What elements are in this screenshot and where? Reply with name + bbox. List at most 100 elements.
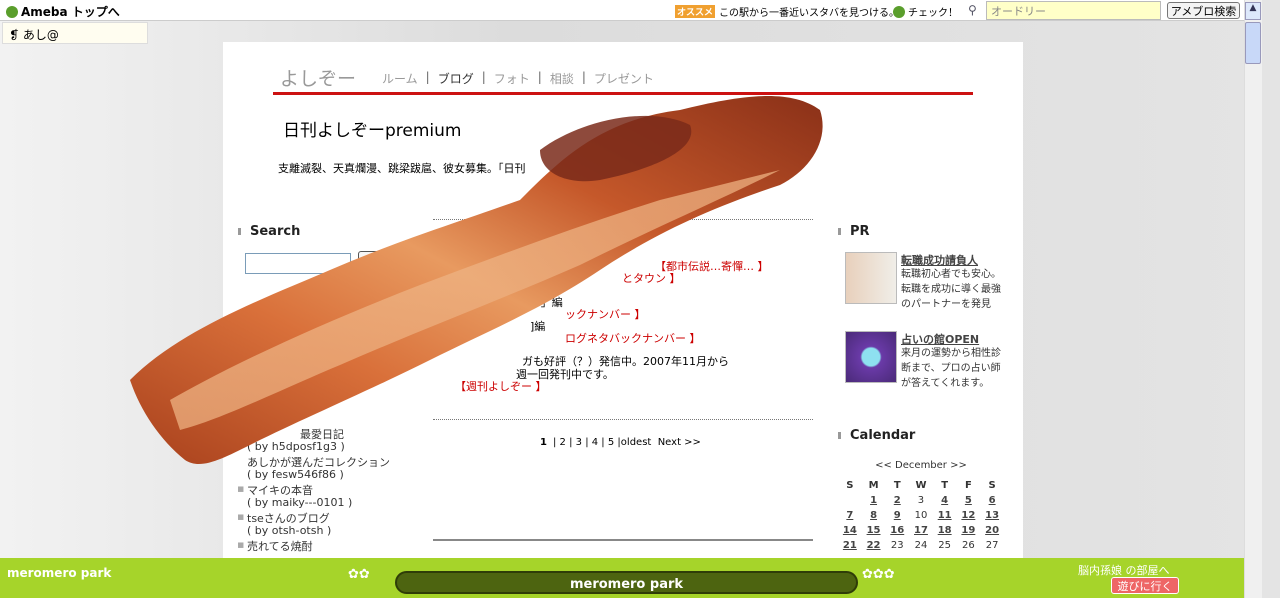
calendar-day[interactable]: 8	[862, 508, 886, 523]
entry-link[interactable]: ックナンバー 】	[565, 306, 646, 322]
calendar-day[interactable]: 5	[957, 493, 981, 508]
calendar: << December >> S M T W T F S 1 2 3 4 5 6 7 8 9 10 11 12 13 1…	[838, 460, 1004, 553]
scrollbar[interactable]	[1244, 0, 1262, 598]
calendar-day[interactable]: 22	[862, 538, 886, 553]
calendar-month-nav[interactable]: << December >>	[838, 460, 1004, 471]
entry-divider	[433, 419, 813, 420]
calendar-day[interactable]: 1	[862, 493, 886, 508]
reader-id: ( by h5dposf1g3 )	[247, 440, 345, 453]
flower-icon: ✿✿	[348, 567, 370, 582]
calendar-day[interactable]: 17	[909, 523, 933, 538]
username: あし@	[22, 28, 59, 42]
calendar-day: 23	[890, 540, 904, 551]
calendar-day[interactable]: 4	[933, 493, 957, 508]
ameblo-search-button[interactable]: アメブロ検索	[1167, 2, 1240, 19]
calendar-day[interactable]: 14	[838, 523, 862, 538]
pr-desc-career: 転職初心者でも安心。転職を成功に導く最強のパートナーを発見	[901, 269, 1001, 310]
pr-desc-fortune: 来月の運勢から相性診断まで、プロの占い師が答えてくれます。	[901, 348, 1001, 389]
calendar-day[interactable]: 19	[957, 523, 981, 538]
calendar-day: 24	[914, 540, 928, 551]
calendar-day: 26	[962, 540, 975, 551]
weekday-header: T	[941, 479, 949, 491]
blog-title[interactable]: 日刊よしぞーpremium	[283, 116, 461, 141]
page-3[interactable]: 3	[576, 437, 582, 448]
recommend-badge: オススメ	[675, 5, 716, 18]
play-button[interactable]: 遊びに行く	[1111, 577, 1179, 594]
reader-id: ( by maiky---0101 )	[247, 496, 353, 509]
calendar-heading: Calendar	[838, 428, 915, 443]
page-2[interactable]: 2	[560, 437, 566, 448]
user-menu[interactable]: ❡ あし@	[2, 22, 148, 44]
weekday-header: W	[915, 479, 927, 491]
nav-present[interactable]: プレゼント	[594, 70, 654, 87]
calendar-day	[838, 493, 862, 508]
pr-image-fortune[interactable]	[845, 331, 897, 383]
meromero-logo[interactable]: meromero park	[7, 566, 111, 580]
nav-blog[interactable]: ブログ	[438, 70, 474, 87]
nav-photo[interactable]: フォト	[494, 70, 530, 87]
check-text: チェック！	[908, 8, 958, 19]
weekday-header: S	[988, 479, 996, 491]
calendar-day: 10	[914, 510, 928, 521]
calendar-week: 21 22 23 24 25 26 27	[838, 538, 1004, 553]
header-divider	[273, 92, 973, 95]
reader-heading: R	[238, 311, 260, 326]
calendar-day[interactable]: 11	[933, 508, 957, 523]
room-link[interactable]: 脳内孫娘 の部屋へ	[1078, 562, 1170, 578]
nav-room[interactable]: ルーム	[382, 70, 418, 87]
calendar-day[interactable]: 21	[838, 538, 862, 553]
page-4[interactable]: 4	[592, 437, 598, 448]
ameba-frog-icon	[6, 5, 18, 18]
ad-text: この駅から一番近いスタバを見つける。	[719, 8, 900, 19]
ameblo-search-input[interactable]	[986, 1, 1161, 20]
pr-title-fortune[interactable]: 占いの館OPEN	[901, 331, 979, 347]
ad-link[interactable]: オススメ この駅から一番近いスタバを見つける。	[675, 4, 899, 19]
blog-search-button[interactable]: search	[358, 251, 396, 273]
scrollbar-thumb[interactable]	[1245, 22, 1261, 64]
page-1: 1	[540, 437, 547, 448]
weekday-header: F	[964, 479, 972, 491]
pr-heading: PR	[838, 224, 870, 239]
scroll-up-arrow-icon[interactable]: ▲	[1245, 2, 1261, 20]
reader-id: ( by otsh-otsh )	[247, 524, 332, 537]
weekday-header: M	[868, 479, 879, 491]
calendar-week: 123456	[838, 493, 1004, 508]
ameba-top-link[interactable]: Ameba トップへ	[6, 3, 120, 20]
pr-title-career[interactable]: 転職成功請負人	[901, 252, 978, 268]
calendar-day[interactable]: 15	[862, 523, 886, 538]
blog-owner-name[interactable]: よしぞー	[280, 64, 356, 91]
reader-link[interactable]: 売れてる焼酎	[237, 538, 313, 554]
flower-icon: ✿✿✿	[862, 567, 895, 582]
calendar-day[interactable]: 12	[957, 508, 981, 523]
entry-link[interactable]: ログネタバックナンバー 】	[565, 330, 701, 346]
meromero-park-button[interactable]: meromero park	[395, 571, 858, 594]
calendar-day[interactable]: 13	[980, 508, 1004, 523]
calendar-day[interactable]: 2	[885, 493, 909, 508]
entry-text: ]編	[530, 320, 546, 333]
entry-link[interactable]: とタウン 】	[622, 270, 681, 286]
main-divider	[433, 539, 813, 541]
nav-consult[interactable]: 相談	[550, 70, 574, 87]
entry-divider	[433, 219, 813, 220]
blog-search-input[interactable]	[245, 253, 351, 274]
calendar-day[interactable]: 6	[980, 493, 1004, 508]
calendar-day: 27	[985, 540, 999, 551]
calendar-week: 7 8 9 10 11 12 13	[838, 508, 1004, 523]
pagination: 1 | 2 | 3 | 4 | 5 |oldest Next >>	[540, 437, 701, 448]
search-icon: ⚲	[968, 3, 977, 17]
check-link[interactable]: チェック！	[893, 4, 958, 19]
weekly-link[interactable]: 【週刊よしぞー 】	[455, 378, 547, 394]
next-link[interactable]: Next >>	[658, 437, 701, 448]
calendar-day[interactable]: 16	[885, 523, 909, 538]
oldest-link[interactable]: oldest	[621, 437, 652, 448]
calendar-day[interactable]: 7	[838, 508, 862, 523]
calendar-day: 25	[938, 540, 952, 551]
calendar-day[interactable]: 9	[885, 508, 909, 523]
calendar-day[interactable]: 20	[980, 523, 1004, 538]
weekday-header: T	[893, 479, 901, 491]
page-5[interactable]: 5	[608, 437, 614, 448]
calendar-day[interactable]: 18	[933, 523, 957, 538]
calendar-day: 3	[917, 495, 925, 506]
reader-id: ( by fesw546f86 )	[247, 468, 344, 481]
pr-image-career[interactable]	[845, 252, 897, 304]
